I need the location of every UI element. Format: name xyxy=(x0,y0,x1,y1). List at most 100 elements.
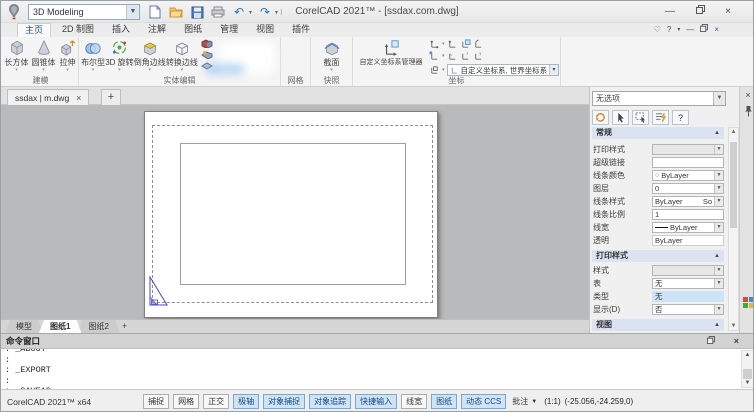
collapse-icon[interactable]: ▲ xyxy=(714,319,720,331)
tab-2d-drafting[interactable]: 2D 制图 xyxy=(55,23,101,37)
layer-dropdown[interactable]: 0 ▼ xyxy=(652,183,724,194)
scroll-up-icon[interactable]: ▲ xyxy=(742,352,753,358)
filter-button[interactable] xyxy=(652,110,669,125)
display-dropdown[interactable]: 否 ▼ xyxy=(652,304,724,315)
palette-tab-icon[interactable] xyxy=(743,297,754,308)
tab-manage[interactable]: 管理 xyxy=(213,23,245,37)
document-tab[interactable]: ssdax | m.dwg × xyxy=(7,89,89,105)
command-window-close-button[interactable]: × xyxy=(734,336,739,347)
print-style-dropdown[interactable]: ▼ xyxy=(652,144,724,155)
tab-insert[interactable]: 插入 xyxy=(105,23,137,37)
annotation-scale-button[interactable]: 批注 xyxy=(512,396,528,407)
command-history[interactable]: : _ABOUT : : _EXPORT : : _SAVEAS : xyxy=(1,349,740,389)
hyperlink-field[interactable] xyxy=(652,157,724,168)
chevron-down-icon[interactable]: ▼ xyxy=(531,399,537,405)
cone-tool[interactable]: 圆锥体 ▾ xyxy=(32,38,56,73)
open-file-button[interactable] xyxy=(168,4,184,20)
palette-close-button[interactable]: × xyxy=(740,90,754,100)
doc-close-button[interactable]: × xyxy=(714,24,719,36)
ucs-icon[interactable] xyxy=(473,39,484,49)
scroll-down-icon[interactable]: ▼ xyxy=(729,323,738,329)
marquee-select-button[interactable] xyxy=(632,110,649,125)
layout-tab-model[interactable]: 模型 xyxy=(5,320,43,333)
box-tool[interactable]: 长方体 ▾ xyxy=(5,38,29,73)
chevron-down-icon[interactable]: ▾ xyxy=(442,67,445,73)
new-tab-button[interactable]: + xyxy=(101,89,121,105)
command-window-float-button[interactable] xyxy=(707,336,715,347)
tab-sheet[interactable]: 图纸 xyxy=(177,23,209,37)
help-icon[interactable]: ? xyxy=(667,24,671,36)
ucs-icon[interactable] xyxy=(460,39,471,49)
tab-plugins[interactable]: 插件 xyxy=(285,23,317,37)
style-dropdown[interactable]: ▼ xyxy=(652,265,724,276)
ucs-icon[interactable] xyxy=(429,51,440,61)
line-color-dropdown[interactable]: ○ ByLayer ▼ xyxy=(652,170,724,181)
command-scrollbar[interactable]: ▲ ▼ xyxy=(741,350,754,388)
new-document-button[interactable] xyxy=(147,4,163,20)
toggle-etrack[interactable]: 对象追踪 xyxy=(309,394,351,409)
select-entities-button[interactable] xyxy=(612,110,629,125)
toggle-esnap[interactable]: 对象捕捉 xyxy=(263,394,305,409)
scrollbar-thumb[interactable] xyxy=(743,369,752,379)
toggle-ortho[interactable]: 正交 xyxy=(203,394,229,409)
table-dropdown[interactable]: 无 ▼ xyxy=(652,278,724,289)
toggle-quick-input[interactable]: 快捷输入 xyxy=(355,394,397,409)
boolean-tool[interactable]: 布尔型 ▾ xyxy=(81,38,105,73)
close-button[interactable]: × xyxy=(717,4,739,19)
extrude-tool[interactable]: 拉伸 ▾ xyxy=(59,38,77,73)
ucs-icon[interactable] xyxy=(447,39,458,49)
toggle-polar[interactable]: 极轴 xyxy=(233,394,259,409)
toggle-sheet[interactable]: 图纸 xyxy=(431,394,457,409)
workspace-selector[interactable]: 3D Modeling ▼ xyxy=(28,4,140,20)
section-header-general[interactable]: 常规 ▲ xyxy=(592,127,724,139)
toggle-snap[interactable]: 捕捉 xyxy=(143,394,169,409)
toggle-grid[interactable]: 网格 xyxy=(173,394,199,409)
scrollbar-thumb[interactable] xyxy=(730,142,737,228)
type-field[interactable]: 无 xyxy=(652,291,724,302)
pin-icon[interactable] xyxy=(744,105,753,118)
chevron-down-icon[interactable]: ▾ xyxy=(677,24,680,36)
selection-filter-select[interactable]: 无选项 ▼ xyxy=(592,91,726,106)
close-tab-icon[interactable]: × xyxy=(76,93,81,103)
subtract-icon[interactable] xyxy=(201,50,213,59)
ucs-icon[interactable] xyxy=(429,65,440,75)
drawing-canvas[interactable] xyxy=(1,105,589,319)
tab-annotate[interactable]: 注解 xyxy=(141,23,173,37)
toggle-lineweight[interactable]: 线宽 xyxy=(401,394,427,409)
ucs-icon[interactable]: y xyxy=(473,51,484,61)
line-weight-dropdown[interactable]: ByLayer ▼ xyxy=(652,222,724,233)
viewport-rect[interactable] xyxy=(180,143,406,285)
minimize-button[interactable]: — xyxy=(659,4,681,19)
help-button[interactable]: ? xyxy=(672,110,689,125)
chamfer-edges-tool[interactable]: 倒角边线 ▾ xyxy=(134,38,166,73)
command-window-titlebar[interactable]: 命令窗口 × xyxy=(1,334,754,349)
restore-button[interactable] xyxy=(689,4,711,19)
gesture-icon[interactable]: ♡ xyxy=(654,24,661,36)
convert-edges-tool[interactable]: 转换边线 ▾ xyxy=(166,38,198,73)
section-header-view[interactable]: 视图 ▲ xyxy=(592,319,724,331)
chevron-down-icon[interactable]: ▾ xyxy=(442,53,445,59)
chevron-down-icon[interactable]: ▾ xyxy=(442,41,445,47)
layout-tab-sheet2[interactable]: 图纸2 xyxy=(77,320,119,333)
collapse-icon[interactable]: ▲ xyxy=(714,127,720,139)
layout-tab-sheet1[interactable]: 图纸1 xyxy=(39,320,81,333)
collapse-icon[interactable]: ▲ xyxy=(714,250,720,262)
section-header-print-style[interactable]: 打印样式 ▲ xyxy=(592,250,724,262)
toggle-dynamic-ccs[interactable]: 动态 CCS xyxy=(461,394,506,409)
ucs-icon[interactable] xyxy=(447,51,458,61)
line-style-dropdown[interactable]: ByLayer So ▼ xyxy=(652,196,724,207)
scroll-down-icon[interactable]: ▼ xyxy=(742,380,753,386)
ucs-icon[interactable] xyxy=(429,39,440,49)
ucs-icon[interactable]: z xyxy=(460,51,471,61)
doc-minimize-button[interactable]: — xyxy=(686,24,694,36)
3d-rotate-tool[interactable]: 3D 旋转 ▾ xyxy=(105,38,133,73)
tab-home[interactable]: 主页 xyxy=(17,23,51,37)
scroll-up-icon[interactable]: ▲ xyxy=(729,129,738,135)
tab-view[interactable]: 视图 xyxy=(249,23,281,37)
palette-scrollbar[interactable]: ▲ ▼ xyxy=(728,127,739,331)
transparency-field[interactable]: ByLayer xyxy=(652,235,724,246)
doc-restore-button[interactable] xyxy=(700,24,708,36)
section-tool[interactable]: 截面 ▾ xyxy=(323,38,341,73)
select-matching-button[interactable] xyxy=(592,110,609,125)
union-icon[interactable] xyxy=(201,39,213,48)
